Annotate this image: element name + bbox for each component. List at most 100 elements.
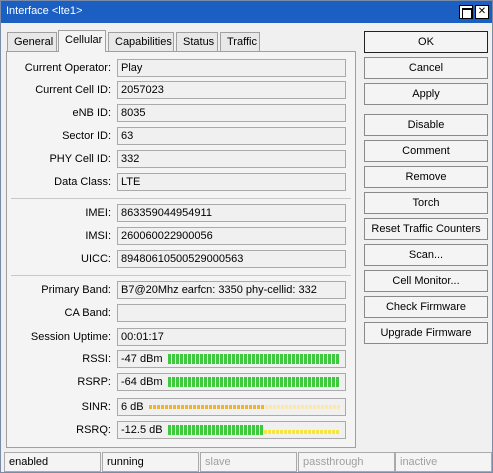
imsi-field[interactable]: 260060022900056 xyxy=(117,227,346,245)
status-running: running xyxy=(102,452,199,472)
sinr-meter-segment xyxy=(161,405,164,409)
imei-field[interactable]: 863359044954911 xyxy=(117,204,346,222)
sinr-meter-segment xyxy=(229,405,232,409)
rsrq-meter-segment xyxy=(172,425,175,435)
sinr-meter-segment xyxy=(221,405,224,409)
rsrp-meter-segment xyxy=(336,377,339,387)
rsrp-meter-segment xyxy=(200,377,203,387)
rssi-meter-segment xyxy=(216,354,219,364)
primary-band-row: Primary Band: B7@20Mhz earfcn: 3350 phy-… xyxy=(7,281,357,301)
rsrq-meter-segment xyxy=(252,425,255,435)
data-class-row: Data Class: LTE xyxy=(7,173,357,193)
rssi-meter-segment xyxy=(248,354,251,364)
primary-band-field[interactable]: B7@20Mhz earfcn: 3350 phy-cellid: 332 xyxy=(117,281,346,299)
sinr-meter-segment xyxy=(317,405,320,409)
tab-capabilities[interactable]: Capabilities xyxy=(108,32,174,51)
rsrq-meter-segment xyxy=(224,425,227,435)
sinr-meter-segment xyxy=(149,405,152,409)
sinr-meter-segment xyxy=(237,405,240,409)
sinr-meter-segment xyxy=(213,405,216,409)
rsrp-meter-segment xyxy=(320,377,323,387)
sector-id-label: Sector ID: xyxy=(62,130,111,142)
current-cell-id-field[interactable]: 2057023 xyxy=(117,81,346,99)
sinr-meter-segment xyxy=(185,405,188,409)
rssi-meter-segment xyxy=(240,354,243,364)
sinr-meter-segment xyxy=(209,405,212,409)
rsrq-meter-segment xyxy=(276,430,279,434)
uicc-field[interactable]: 89480610500529000563 xyxy=(117,250,346,268)
rssi-meter-segment xyxy=(308,354,311,364)
tab-general[interactable]: General xyxy=(7,32,57,51)
tab-cellular[interactable]: Cellular xyxy=(58,30,106,52)
rsrq-meter-segment xyxy=(280,430,283,434)
disable-button[interactable]: Disable xyxy=(364,114,488,136)
maximize-icon[interactable] xyxy=(459,5,473,19)
sinr-meter-segment xyxy=(273,405,276,409)
rsrq-meter-segment xyxy=(244,425,247,435)
rsrp-meter-segment xyxy=(284,377,287,387)
data-class-field[interactable]: LTE xyxy=(117,173,346,191)
rsrq-meter-segment xyxy=(288,430,291,434)
cellular-panel: Current Operator: Play Current Cell ID: … xyxy=(6,51,356,448)
ca-band-field[interactable] xyxy=(117,304,346,322)
imsi-row: IMSI: 260060022900056 xyxy=(7,227,357,247)
session-uptime-field[interactable]: 00:01:17 xyxy=(117,328,346,346)
rsrp-meter-segment xyxy=(292,377,295,387)
enb-id-field[interactable]: 8035 xyxy=(117,104,346,122)
rsrq-bar xyxy=(168,425,342,435)
rsrp-meter-segment xyxy=(252,377,255,387)
rsrp-meter-segment xyxy=(196,377,199,387)
upgrade-firmware-button[interactable]: Upgrade Firmware xyxy=(364,322,488,344)
sinr-meter-segment xyxy=(261,405,264,409)
sinr-meter-segment xyxy=(289,405,292,409)
phy-cell-id-field[interactable]: 332 xyxy=(117,150,346,168)
rsrp-meter-segment xyxy=(204,377,207,387)
sinr-meter-segment xyxy=(297,405,300,409)
current-operator-field[interactable]: Play xyxy=(117,59,346,77)
rsrp-meter-segment xyxy=(304,377,307,387)
rssi-meter-segment xyxy=(176,354,179,364)
rsrq-meter-segment xyxy=(192,425,195,435)
scan-button[interactable]: Scan... xyxy=(364,244,488,266)
rssi-row: RSSI: -47 dBm xyxy=(7,350,357,370)
comment-button[interactable]: Comment xyxy=(364,140,488,162)
phy-cell-id-label: PHY Cell ID: xyxy=(49,153,111,165)
tab-traffic[interactable]: Traffic xyxy=(220,32,260,51)
data-class-label: Data Class: xyxy=(54,176,111,188)
rssi-meter-segment xyxy=(236,354,239,364)
check-firmware-button[interactable]: Check Firmware xyxy=(364,296,488,318)
rssi-label: RSSI: xyxy=(82,353,111,365)
rssi-meter-segment xyxy=(260,354,263,364)
cancel-button[interactable]: Cancel xyxy=(364,57,488,79)
rsrp-meter-segment xyxy=(240,377,243,387)
rsrq-value: -12.5 dB xyxy=(121,424,165,436)
ok-button[interactable]: OK xyxy=(364,31,488,53)
sinr-meter-segment xyxy=(285,405,288,409)
rsrq-meter-segment xyxy=(272,430,275,434)
sinr-meter-segment xyxy=(269,405,272,409)
title-bar[interactable]: Interface <lte1> ✕ xyxy=(1,1,492,23)
rsrp-meter-segment xyxy=(308,377,311,387)
reset-traffic-counters-button[interactable]: Reset Traffic Counters xyxy=(364,218,488,240)
tab-status[interactable]: Status xyxy=(176,32,218,51)
rssi-value: -47 dBm xyxy=(121,353,165,365)
rssi-meter-segment xyxy=(328,354,331,364)
sector-id-field[interactable]: 63 xyxy=(117,127,346,145)
close-icon[interactable]: ✕ xyxy=(475,5,489,19)
sinr-meter-segment xyxy=(233,405,236,409)
rsrp-meter-segment xyxy=(296,377,299,387)
apply-button[interactable]: Apply xyxy=(364,83,488,105)
cell-monitor-button[interactable]: Cell Monitor... xyxy=(364,270,488,292)
rsrp-meter-segment xyxy=(168,377,171,387)
rssi-meter-segment xyxy=(312,354,315,364)
sinr-meter-segment xyxy=(181,405,184,409)
rssi-meter-segment xyxy=(212,354,215,364)
rssi-meter-segment xyxy=(276,354,279,364)
remove-button[interactable]: Remove xyxy=(364,166,488,188)
torch-button[interactable]: Torch xyxy=(364,192,488,214)
rsrq-meter-segment xyxy=(188,425,191,435)
rsrq-meter-segment xyxy=(308,430,311,434)
sinr-meter-segment xyxy=(169,405,172,409)
rsrq-meter-segment xyxy=(268,430,271,434)
rsrp-meter-segment xyxy=(324,377,327,387)
